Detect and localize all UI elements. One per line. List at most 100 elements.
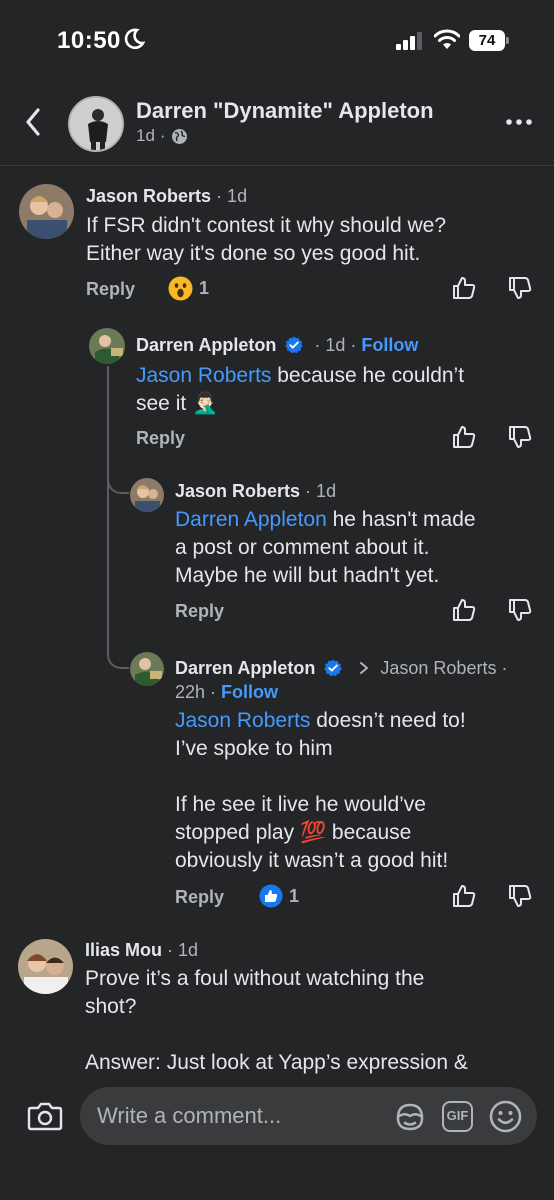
comment-text-segment: because <box>326 821 412 844</box>
comment-text: Jason Roberts because he couldn’t see it… <box>136 362 464 418</box>
reaction-count: 1 <box>289 885 300 906</box>
thumbs-up-icon[interactable] <box>451 883 477 909</box>
camera-icon[interactable] <box>27 1100 63 1132</box>
commenter-name[interactable]: Darren Appleton <box>136 335 276 355</box>
moon-icon <box>124 28 145 50</box>
status-bar: 10:50 74 <box>0 0 554 84</box>
author-avatar-image <box>70 98 122 150</box>
post-header: Darren "Dynamite" Appleton 1d · <box>0 84 554 166</box>
comment-text-segment: see it <box>136 392 193 415</box>
follow-button[interactable]: Follow <box>221 682 278 702</box>
comment-header: Darren Appleton Jason Roberts · <box>175 658 507 679</box>
meta-separator: · <box>159 126 166 145</box>
facepalm-emoji: 🤦🏻‍♂️ <box>192 392 219 415</box>
reaction-summary[interactable]: 1 <box>259 884 299 908</box>
thumbs-down-icon[interactable] <box>507 275 533 301</box>
comment-time: · 1d <box>167 940 199 960</box>
comment-time: · 1d <box>216 186 248 206</box>
mention-link[interactable]: Jason Roberts <box>175 709 310 732</box>
signal-icon <box>396 32 422 50</box>
wow-reaction-icon <box>168 276 193 301</box>
mention-link[interactable]: Jason Roberts <box>136 364 271 387</box>
avatar[interactable] <box>130 652 164 686</box>
avatar-image <box>130 478 164 512</box>
comment-text-segment: stopped play <box>175 821 300 844</box>
comment-time: · 1d · <box>314 335 357 355</box>
thread-connector <box>107 645 129 669</box>
comment-text-line <box>175 763 466 791</box>
avatar-image <box>19 184 74 239</box>
status-time: 10:50 <box>57 27 121 54</box>
comment-text-line: Answer: Just look at Yapp’s expression & <box>85 1051 468 1074</box>
hundred-points-emoji: 💯 <box>299 821 327 844</box>
globe-icon <box>171 128 187 144</box>
comment-text-segment: because he couldn’t <box>271 364 465 387</box>
comment-time: · 1d <box>305 481 337 501</box>
comment-text: Darren Appleton he hasn't made a post or… <box>175 506 476 590</box>
comment-text-segment: he hasn't made <box>326 508 476 531</box>
battery-tip <box>506 37 509 44</box>
verified-badge-icon <box>324 659 343 677</box>
avatar-image <box>130 652 164 686</box>
comment-text-segment: doesn’t need to! <box>310 709 466 732</box>
comment-text-line: stopped play 💯 because <box>175 819 466 847</box>
avatar-sticker-icon[interactable] <box>394 1102 426 1132</box>
thumbs-up-icon[interactable] <box>451 424 477 450</box>
author-name[interactable]: Darren "Dynamite" Appleton <box>136 98 434 124</box>
comment-header: Jason Roberts · 1d <box>86 186 247 207</box>
comment-text-line: Prove it’s a foul without watching the <box>85 967 425 990</box>
comment-time: 22h · <box>175 682 217 702</box>
thumbs-up-icon[interactable] <box>451 597 477 623</box>
comment-text-line: Maybe he will but hadn't yet. <box>175 564 440 587</box>
comment-text-line: see it 🤦🏻‍♂️ <box>136 390 464 418</box>
avatar-image <box>89 328 125 364</box>
comment-text: Jason Roberts doesn’t need to! I’ve spok… <box>175 707 466 875</box>
commenter-name[interactable]: Darren Appleton <box>175 658 315 678</box>
comment-text-line: Jason Roberts because he couldn’t <box>136 362 464 390</box>
comment-header: Ilias Mou · 1d <box>85 940 198 961</box>
emoji-icon[interactable] <box>489 1100 522 1133</box>
reply-button[interactable]: Reply <box>86 279 135 300</box>
thumbs-down-icon[interactable] <box>507 883 533 909</box>
comment-text-line: shot? <box>85 995 137 1018</box>
reaction-summary[interactable]: 1 <box>168 276 209 301</box>
avatar[interactable] <box>18 939 73 994</box>
commenter-name[interactable]: Jason Roberts <box>86 186 211 206</box>
reply-to-name[interactable]: Jason Roberts · <box>380 658 507 678</box>
thumbs-down-icon[interactable] <box>507 597 533 623</box>
battery-level: 74 <box>469 30 505 51</box>
author-avatar[interactable] <box>68 96 124 152</box>
comment-text-line: Darren Appleton he hasn't made <box>175 506 476 534</box>
comment-text: Prove it’s a foul without watching the s… <box>85 965 468 1077</box>
commenter-name[interactable]: Ilias Mou <box>85 940 162 960</box>
comment-text-line: obviously it wasn’t a good hit! <box>175 849 449 872</box>
commenter-name[interactable]: Jason Roberts <box>175 481 300 501</box>
comment-subheader: 22h · Follow <box>175 682 278 703</box>
reaction-count: 1 <box>199 278 210 298</box>
comment-text-line: I’ve spoke to him <box>175 737 333 760</box>
avatar[interactable] <box>19 184 74 239</box>
comment-text-line: If he see it live he would’ve <box>175 793 426 816</box>
comment-composer: GIF <box>0 1081 554 1200</box>
battery-icon: 74 <box>469 30 509 51</box>
comment-header: Jason Roberts · 1d <box>175 481 336 502</box>
comment-text-line: Jason Roberts doesn’t need to! <box>175 707 466 735</box>
avatar[interactable] <box>130 478 164 512</box>
comment-text-line: If FSR didn't contest it why should we? <box>86 214 447 237</box>
mention-link[interactable]: Darren Appleton <box>175 508 327 531</box>
reply-button[interactable]: Reply <box>175 887 224 908</box>
avatar-image <box>18 939 73 994</box>
avatar[interactable] <box>89 328 125 364</box>
thumbs-up-icon[interactable] <box>451 275 477 301</box>
comment-text-line: a post or comment about it. <box>175 536 430 559</box>
follow-button[interactable]: Follow <box>361 335 418 355</box>
reply-button[interactable]: Reply <box>175 601 224 622</box>
more-options-icon[interactable] <box>504 110 534 134</box>
gif-button[interactable]: GIF <box>442 1101 473 1132</box>
thread-connector <box>107 470 129 494</box>
back-arrow-icon[interactable] <box>18 102 48 142</box>
wifi-icon <box>434 29 460 49</box>
thumbs-down-icon[interactable] <box>507 424 533 450</box>
comment-text-line: Either way it's done so yes good hit. <box>86 242 421 265</box>
reply-button[interactable]: Reply <box>136 428 185 449</box>
